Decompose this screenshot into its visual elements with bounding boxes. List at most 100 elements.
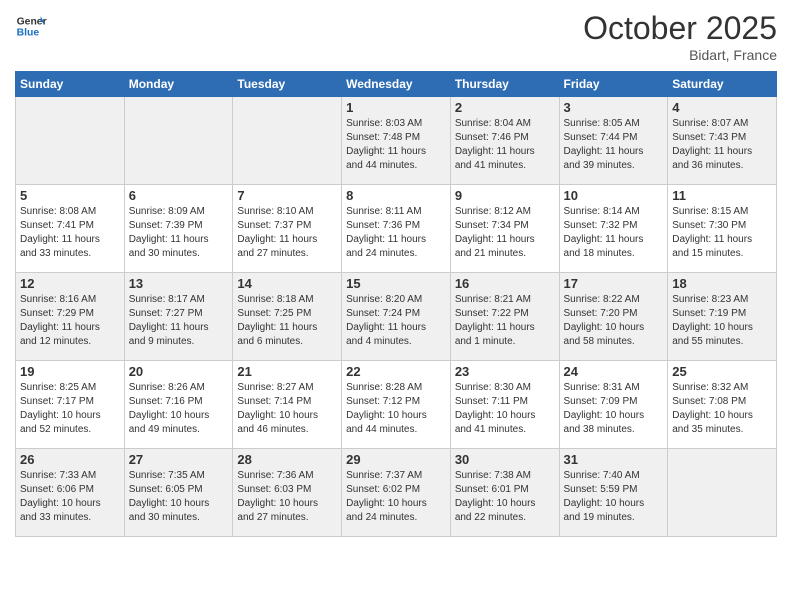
calendar-cell: 8 Sunrise: 8:11 AM Sunset: 7:36 PM Daylig… xyxy=(342,185,451,273)
calendar-week-1: 1Sunrise: 8:03 AM Sunset: 7:48 PM Daylig… xyxy=(16,97,777,185)
cell-info: Sunrise: 7:35 AM Sunset: 6:05 PM Dayligh… xyxy=(129,469,229,525)
calendar-cell: 3 Sunrise: 8:05 AM Sunset: 7:44 PM Daylig… xyxy=(559,97,668,185)
day-number: 20 xyxy=(129,364,229,379)
cell-info: Sunrise: 8:28 AM Sunset: 7:12 PM Dayligh… xyxy=(346,381,446,437)
day-number: 17 xyxy=(564,276,664,291)
day-number: 8 xyxy=(346,188,446,203)
cell-info: Sunrise: 8:08 AM Sunset: 7:41 PM Dayligh… xyxy=(20,205,120,261)
day-number: 3 xyxy=(564,100,664,115)
calendar-week-2: 5 Sunrise: 8:08 AM Sunset: 7:41 PM Daylig… xyxy=(16,185,777,273)
calendar-table: Sunday Monday Tuesday Wednesday Thursday… xyxy=(15,71,777,537)
calendar-cell: 7Sunrise: 8:10 AM Sunset: 7:37 PM Daylig… xyxy=(233,185,342,273)
cell-info: Sunrise: 8:05 AM Sunset: 7:44 PM Dayligh… xyxy=(564,117,664,173)
day-number: 19 xyxy=(20,364,120,379)
calendar-cell xyxy=(124,97,233,185)
col-friday: Friday xyxy=(559,72,668,97)
cell-info: Sunrise: 8:30 AM Sunset: 7:11 PM Dayligh… xyxy=(455,381,555,437)
calendar-cell: 24Sunrise: 8:31 AM Sunset: 7:09 PM Dayli… xyxy=(559,361,668,449)
calendar-cell: 14 Sunrise: 8:18 AM Sunset: 7:25 PM Dayli… xyxy=(233,273,342,361)
cell-info: Sunrise: 8:04 AM Sunset: 7:46 PM Dayligh… xyxy=(455,117,555,173)
calendar-cell: 11 Sunrise: 8:15 AM Sunset: 7:30 PM Dayli… xyxy=(668,185,777,273)
cell-info: Sunrise: 8:11 AM Sunset: 7:36 PM Dayligh… xyxy=(346,205,446,261)
day-number: 25 xyxy=(672,364,772,379)
calendar-cell: 26Sunrise: 7:33 AM Sunset: 6:06 PM Dayli… xyxy=(16,449,125,537)
calendar-week-3: 12 Sunrise: 8:16 AM Sunset: 7:29 PM Dayli… xyxy=(16,273,777,361)
calendar-cell: 20 Sunrise: 8:26 AM Sunset: 7:16 PM Dayli… xyxy=(124,361,233,449)
month-title: October 2025 xyxy=(583,10,777,47)
calendar-cell xyxy=(668,449,777,537)
calendar-header-row: Sunday Monday Tuesday Wednesday Thursday… xyxy=(16,72,777,97)
calendar-cell: 5 Sunrise: 8:08 AM Sunset: 7:41 PM Daylig… xyxy=(16,185,125,273)
cell-info: Sunrise: 7:40 AM Sunset: 5:59 PM Dayligh… xyxy=(564,469,664,525)
cell-info: Sunrise: 8:32 AM Sunset: 7:08 PM Dayligh… xyxy=(672,381,772,437)
day-number: 11 xyxy=(672,188,772,203)
calendar-cell: 13Sunrise: 8:17 AM Sunset: 7:27 PM Dayli… xyxy=(124,273,233,361)
calendar-cell: 4Sunrise: 8:07 AM Sunset: 7:43 PM Daylig… xyxy=(668,97,777,185)
calendar-cell: 27Sunrise: 7:35 AM Sunset: 6:05 PM Dayli… xyxy=(124,449,233,537)
cell-info: Sunrise: 8:22 AM Sunset: 7:20 PM Dayligh… xyxy=(564,293,664,349)
day-number: 12 xyxy=(20,276,120,291)
svg-text:Blue: Blue xyxy=(17,28,40,39)
calendar-cell: 17 Sunrise: 8:22 AM Sunset: 7:20 PM Dayli… xyxy=(559,273,668,361)
cell-info: Sunrise: 8:09 AM Sunset: 7:39 PM Dayligh… xyxy=(129,205,229,261)
calendar-cell: 22 Sunrise: 8:28 AM Sunset: 7:12 PM Dayli… xyxy=(342,361,451,449)
col-wednesday: Wednesday xyxy=(342,72,451,97)
day-number: 2 xyxy=(455,100,555,115)
day-number: 10 xyxy=(564,188,664,203)
title-block: October 2025 Bidart, France xyxy=(583,10,777,63)
header: General Blue October 2025 Bidart, France xyxy=(15,10,777,63)
cell-info: Sunrise: 8:20 AM Sunset: 7:24 PM Dayligh… xyxy=(346,293,446,349)
day-number: 6 xyxy=(129,188,229,203)
day-number: 16 xyxy=(455,276,555,291)
cell-info: Sunrise: 8:31 AM Sunset: 7:09 PM Dayligh… xyxy=(564,381,664,437)
day-number: 31 xyxy=(564,452,664,467)
page: General Blue October 2025 Bidart, France… xyxy=(0,0,792,612)
col-saturday: Saturday xyxy=(668,72,777,97)
calendar-cell: 18Sunrise: 8:23 AM Sunset: 7:19 PM Dayli… xyxy=(668,273,777,361)
cell-info: Sunrise: 8:16 AM Sunset: 7:29 PM Dayligh… xyxy=(20,293,120,349)
day-number: 9 xyxy=(455,188,555,203)
calendar-cell: 30 Sunrise: 7:38 AM Sunset: 6:01 PM Dayli… xyxy=(450,449,559,537)
cell-info: Sunrise: 8:07 AM Sunset: 7:43 PM Dayligh… xyxy=(672,117,772,173)
calendar-cell: 28 Sunrise: 7:36 AM Sunset: 6:03 PM Dayli… xyxy=(233,449,342,537)
day-number: 23 xyxy=(455,364,555,379)
col-thursday: Thursday xyxy=(450,72,559,97)
day-number: 18 xyxy=(672,276,772,291)
calendar-cell xyxy=(16,97,125,185)
cell-info: Sunrise: 8:17 AM Sunset: 7:27 PM Dayligh… xyxy=(129,293,229,349)
cell-info: Sunrise: 8:15 AM Sunset: 7:30 PM Dayligh… xyxy=(672,205,772,261)
col-sunday: Sunday xyxy=(16,72,125,97)
calendar-cell: 6 Sunrise: 8:09 AM Sunset: 7:39 PM Daylig… xyxy=(124,185,233,273)
calendar-cell: 15 Sunrise: 8:20 AM Sunset: 7:24 PM Dayli… xyxy=(342,273,451,361)
cell-info: Sunrise: 7:38 AM Sunset: 6:01 PM Dayligh… xyxy=(455,469,555,525)
day-number: 14 xyxy=(237,276,337,291)
logo: General Blue xyxy=(15,10,47,42)
day-number: 22 xyxy=(346,364,446,379)
cell-info: Sunrise: 8:18 AM Sunset: 7:25 PM Dayligh… xyxy=(237,293,337,349)
day-number: 30 xyxy=(455,452,555,467)
day-number: 5 xyxy=(20,188,120,203)
calendar-cell: 12 Sunrise: 8:16 AM Sunset: 7:29 PM Dayli… xyxy=(16,273,125,361)
cell-info: Sunrise: 7:36 AM Sunset: 6:03 PM Dayligh… xyxy=(237,469,337,525)
day-number: 28 xyxy=(237,452,337,467)
cell-info: Sunrise: 8:10 AM Sunset: 7:37 PM Dayligh… xyxy=(237,205,337,261)
calendar-cell: 16Sunrise: 8:21 AM Sunset: 7:22 PM Dayli… xyxy=(450,273,559,361)
cell-info: Sunrise: 8:03 AM Sunset: 7:48 PM Dayligh… xyxy=(346,117,446,173)
day-number: 15 xyxy=(346,276,446,291)
cell-info: Sunrise: 8:14 AM Sunset: 7:32 PM Dayligh… xyxy=(564,205,664,261)
cell-info: Sunrise: 8:26 AM Sunset: 7:16 PM Dayligh… xyxy=(129,381,229,437)
calendar-cell: 25 Sunrise: 8:32 AM Sunset: 7:08 PM Dayli… xyxy=(668,361,777,449)
location: Bidart, France xyxy=(583,47,777,63)
calendar-cell: 2 Sunrise: 8:04 AM Sunset: 7:46 PM Daylig… xyxy=(450,97,559,185)
day-number: 29 xyxy=(346,452,446,467)
calendar-cell: 21Sunrise: 8:27 AM Sunset: 7:14 PM Dayli… xyxy=(233,361,342,449)
calendar-cell: 31 Sunrise: 7:40 AM Sunset: 5:59 PM Dayli… xyxy=(559,449,668,537)
col-tuesday: Tuesday xyxy=(233,72,342,97)
col-monday: Monday xyxy=(124,72,233,97)
calendar-cell: 1Sunrise: 8:03 AM Sunset: 7:48 PM Daylig… xyxy=(342,97,451,185)
calendar-cell: 23 Sunrise: 8:30 AM Sunset: 7:11 PM Dayli… xyxy=(450,361,559,449)
calendar-cell: 9 Sunrise: 8:12 AM Sunset: 7:34 PM Daylig… xyxy=(450,185,559,273)
calendar-cell xyxy=(233,97,342,185)
day-number: 21 xyxy=(237,364,337,379)
cell-info: Sunrise: 8:12 AM Sunset: 7:34 PM Dayligh… xyxy=(455,205,555,261)
